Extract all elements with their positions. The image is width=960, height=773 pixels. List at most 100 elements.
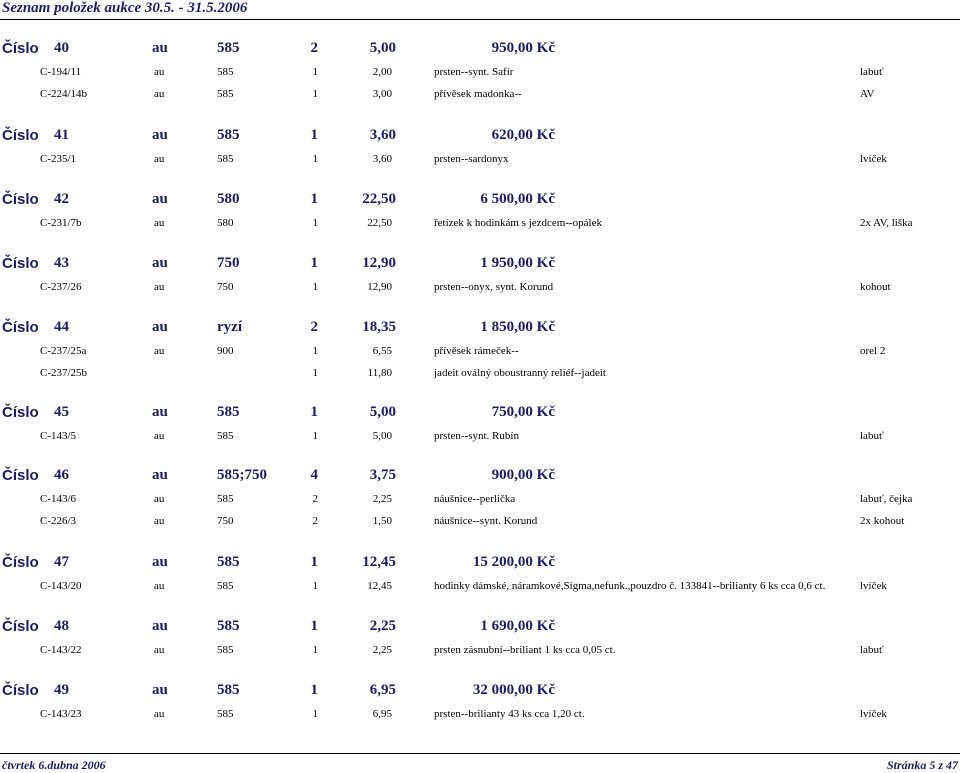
item-weight: 5,00 — [372, 430, 392, 442]
lot-metal: au — [152, 618, 168, 634]
item-count: 2 — [312, 515, 319, 527]
lot-group: Číslo 49 au 585 1 6,95 32 000,00 Kč C-143/23 au 5… — [0, 682, 960, 726]
item-weight: 6,95 — [372, 708, 392, 720]
lot-label: Číslo — [2, 682, 39, 699]
lot-price: 1 690,00 Kč — [480, 618, 555, 634]
footer-date: čtvrtek 6.dubna 2006 — [2, 758, 106, 772]
lot-weight: 22,50 — [362, 191, 396, 207]
item-count: 1 — [312, 281, 319, 293]
item-hallmark: labuť — [860, 66, 884, 78]
item-count: 1 — [312, 153, 319, 165]
lot-weight: 2,25 — [369, 618, 396, 634]
lot-price: 1 950,00 Kč — [480, 255, 555, 271]
lot-header-row: Číslo 41 au 585 1 3,60 620,00 Kč — [0, 127, 960, 149]
lot-group: Číslo 45 au 585 1 5,00 750,00 Kč C-143/5 au 585 1 5… — [0, 404, 960, 448]
item-metal: au — [154, 153, 165, 165]
lot-header-row: Číslo 45 au 585 1 5,00 750,00 Kč — [0, 404, 960, 426]
item-purity: 900 — [217, 345, 234, 357]
item-description: prsten--synt. Safír — [434, 66, 514, 78]
footer-page: Stránka 5 z 47 — [886, 758, 958, 772]
lot-number: 46 — [54, 467, 69, 483]
item-row: C-194/11 au 585 1 2,00 prsten--synt. Safír lab… — [0, 62, 960, 84]
item-hallmark: orel 2 — [860, 345, 886, 357]
lot-header-row: Číslo 46 au 585;750 4 3,75 900,00 Kč — [0, 467, 960, 489]
item-hallmark: labuť — [860, 430, 884, 442]
item-hallmark: AV — [860, 88, 875, 100]
item-purity: 585 — [217, 644, 234, 656]
lot-weight: 3,75 — [369, 467, 396, 483]
item-weight: 3,00 — [372, 88, 392, 100]
item-metal: au — [154, 580, 165, 592]
header-rule — [0, 19, 960, 20]
lot-metal: au — [152, 404, 168, 420]
item-code: C-226/3 — [40, 515, 77, 527]
lot-metal: au — [152, 467, 168, 483]
page-title: Seznam položek aukce 30.5. - 31.5.2006 — [2, 0, 248, 16]
lot-price: 620,00 Kč — [491, 127, 555, 143]
item-count: 1 — [312, 580, 319, 592]
lot-price: 750,00 Kč — [491, 404, 555, 420]
item-hallmark: lvíček — [860, 153, 887, 165]
lot-metal: au — [152, 682, 168, 698]
item-metal: au — [154, 515, 165, 527]
item-weight: 6,55 — [372, 345, 392, 357]
lot-label: Číslo — [2, 404, 39, 421]
item-purity: 585 — [217, 708, 234, 720]
item-hallmark: labuť, čejka — [860, 493, 913, 505]
lot-purity: 585 — [217, 40, 240, 56]
footer-rule — [0, 753, 960, 754]
lot-purity: 585;750 — [217, 467, 267, 483]
item-metal: au — [154, 345, 165, 357]
item-hallmark: kohout — [860, 281, 891, 293]
item-description: přívěsek rámeček-- — [434, 345, 519, 357]
lot-metal: au — [152, 554, 168, 570]
lot-header-row: Číslo 47 au 585 1 12,45 15 200,00 Kč — [0, 554, 960, 576]
item-hallmark: labuť — [860, 644, 884, 656]
item-weight: 1,50 — [372, 515, 392, 527]
item-purity: 585 — [217, 88, 234, 100]
lot-purity: 585 — [217, 618, 240, 634]
item-metal: au — [154, 493, 165, 505]
item-row: C-237/26 au 750 1 12,90 prsten--onyx, synt. K… — [0, 277, 960, 299]
item-weight: 2,00 — [372, 66, 392, 78]
item-code: C-194/11 — [40, 66, 82, 78]
lot-metal: au — [152, 319, 168, 335]
lot-group: Číslo 40 au 585 2 5,00 950,00 Kč C-194/11 au 585 1… — [0, 40, 960, 106]
item-row: C-143/23 au 585 1 6,95 prsten--brilianty 43 k… — [0, 704, 960, 726]
lot-header-row: Číslo 42 au 580 1 22,50 6 500,00 Kč — [0, 191, 960, 213]
lot-label: Číslo — [2, 554, 39, 571]
lot-price: 6 500,00 Kč — [480, 191, 555, 207]
lot-count: 2 — [310, 319, 319, 335]
item-row: C-226/3 au 750 2 1,50 náušnice--synt. Korund 2… — [0, 511, 960, 533]
lot-number: 43 — [54, 255, 69, 271]
lot-weight: 12,90 — [362, 255, 396, 271]
item-count: 2 — [312, 493, 319, 505]
item-count: 1 — [312, 367, 319, 379]
item-row: C-143/20 au 585 1 12,45 hodinky dámské, náram… — [0, 576, 960, 598]
lot-price: 32 000,00 Kč — [472, 682, 555, 698]
lot-header-row: Číslo 48 au 585 1 2,25 1 690,00 Kč — [0, 618, 960, 640]
lot-weight: 18,35 — [362, 319, 396, 335]
item-code: C-143/23 — [40, 708, 82, 720]
item-count: 1 — [312, 217, 319, 229]
lot-purity: ryzí — [217, 319, 242, 335]
lot-header-row: Číslo 44 au ryzí 2 18,35 1 850,00 Kč — [0, 319, 960, 341]
item-purity: 750 — [217, 515, 234, 527]
item-purity: 585 — [217, 580, 234, 592]
item-description: přívěsek madonka-- — [434, 88, 522, 100]
item-count: 1 — [312, 66, 319, 78]
item-count: 1 — [312, 430, 319, 442]
item-row: C-231/7b au 580 1 22,50 řetízek k hodinkám s … — [0, 213, 960, 235]
lot-metal: au — [152, 255, 168, 271]
lot-purity: 585 — [217, 554, 240, 570]
item-description: prsten--sardonyx — [434, 153, 509, 165]
item-description: prsten--brilianty 43 ks cca 1,20 ct. — [434, 708, 585, 720]
item-count: 1 — [312, 345, 319, 357]
item-row: C-143/6 au 585 2 2,25 náušnice--perlička labuť… — [0, 489, 960, 511]
lot-label: Číslo — [2, 191, 39, 208]
item-purity: 585 — [217, 153, 234, 165]
lot-weight: 5,00 — [369, 40, 396, 56]
item-description: hodinky dámské, náramkové,Sigma,nefunk.,… — [434, 580, 826, 592]
item-metal: au — [154, 66, 165, 78]
item-metal: au — [154, 88, 165, 100]
